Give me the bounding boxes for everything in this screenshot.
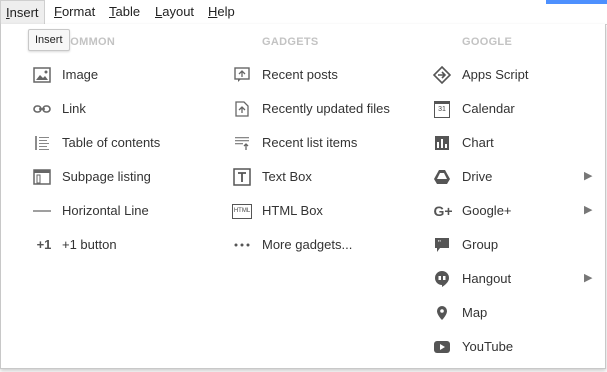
map-pin-icon — [433, 304, 451, 322]
common-header: COMMON — [62, 36, 116, 48]
youtube-icon — [433, 338, 451, 356]
gadgets-header: GADGETS — [262, 36, 319, 48]
recent-list-items-icon — [233, 134, 251, 152]
google-plus-icon: G+ — [433, 203, 453, 219]
hangout-submenu-arrow-icon: ▶ — [584, 272, 593, 284]
google-plus-submenu-arrow-icon: ▶ — [584, 204, 593, 216]
plus-one-icon: +1 — [36, 237, 52, 252]
recent-posts-icon — [233, 66, 251, 84]
subpage-listing-icon — [33, 168, 51, 186]
google-header: GOOGLE — [462, 36, 513, 48]
html-box-icon: HTML — [231, 202, 253, 220]
accent-strip — [546, 0, 607, 4]
menu-help[interactable]: Help — [203, 0, 240, 24]
calendar-icon: 31 — [433, 100, 451, 118]
hangout-icon — [433, 270, 451, 288]
recently-updated-files-icon — [233, 100, 251, 118]
menu-insert[interactable]: Insert — [0, 0, 45, 25]
drive-submenu-arrow-icon: ▶ — [584, 170, 593, 182]
image-icon — [33, 66, 51, 84]
link-icon — [33, 100, 51, 118]
drive-icon — [433, 168, 451, 186]
text-box-icon — [233, 168, 251, 186]
svg-text:": " — [438, 239, 441, 248]
apps-script-icon — [433, 66, 451, 84]
horizontal-line-icon — [33, 202, 51, 220]
menu-format[interactable]: Format — [49, 0, 100, 24]
group-icon: " — [433, 236, 451, 254]
more-dots-icon — [233, 236, 251, 254]
menu-bar: Insert Format Table Layout Help — [0, 0, 607, 25]
insert-dropdown: COMMON GADGETS GOOGLE Image Link Table o… — [0, 24, 606, 369]
table-of-contents-icon — [33, 134, 51, 152]
menu-table[interactable]: Table — [104, 0, 145, 24]
menu-layout[interactable]: Layout — [150, 0, 199, 24]
insert-tooltip: Insert — [28, 29, 70, 51]
chart-icon — [433, 134, 451, 152]
